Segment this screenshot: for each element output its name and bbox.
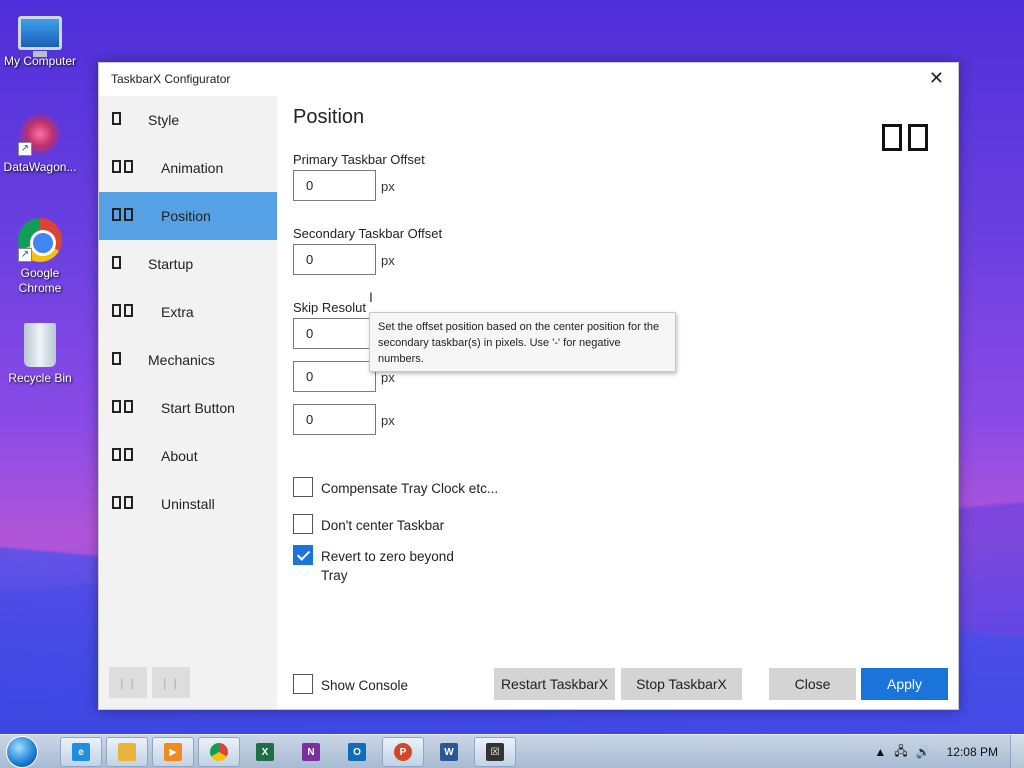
offset-field-input[interactable]: 0	[293, 361, 376, 392]
excel-icon[interactable]: X	[244, 737, 286, 767]
sidebar-item-mechanics[interactable]: Mechanics	[99, 336, 277, 384]
secondary-offset-input[interactable]: 0	[293, 244, 376, 275]
desktop-icon-recycle-bin[interactable]: Recycle Bin	[0, 323, 80, 386]
chrome-icon: ↗	[18, 218, 62, 262]
sidebar-item-extra[interactable]: Extra	[99, 288, 277, 336]
primary-offset-input[interactable]: 0	[293, 170, 376, 201]
sidebar-item-style[interactable]: Style	[99, 96, 277, 144]
sidebar-item-label: Extra	[161, 304, 194, 320]
checkbox-label: Compensate Tray Clock etc...	[321, 481, 499, 496]
sidebar-item-label: Animation	[161, 160, 224, 176]
desktop-icon-google-chrome[interactable]: ↗ Google Chrome	[0, 218, 80, 296]
desktop-icon-label: Google Chrome	[18, 266, 62, 295]
checkbox-label: Show Console	[321, 678, 409, 693]
volume-icon[interactable]: 🔊	[916, 745, 931, 759]
checkbox-label: Revert to zero beyond Tray	[321, 549, 454, 583]
sidebar-item-label: Style	[148, 112, 180, 128]
sidebar-item-label: Position	[161, 208, 211, 224]
taskbarx-configurator-window: TaskbarX Configurator ✕ Style Animation …	[98, 62, 959, 710]
desktop-icon-my-computer[interactable]: My Computer	[0, 10, 80, 69]
secondary-offset-label: Secondary Taskbar Offset	[293, 226, 443, 241]
compensate-tray-checkbox[interactable]: Compensate Tray Clock etc...	[293, 477, 498, 498]
sidebar-item-about[interactable]: About	[99, 432, 277, 480]
primary-offset-unit: px	[381, 179, 395, 194]
sidebar-bottom-button[interactable]: | |	[109, 667, 147, 698]
startup-icon	[112, 256, 121, 270]
checkbox-box-checked[interactable]	[293, 545, 313, 565]
sidebar-item-start-button[interactable]: Start Button	[99, 384, 277, 432]
start-button[interactable]	[6, 736, 38, 768]
sidebar-item-uninstall[interactable]: Uninstall	[99, 480, 277, 528]
position-icon	[112, 208, 133, 222]
start-button-icon	[112, 400, 133, 414]
computer-icon	[18, 16, 62, 57]
secondary-offset-unit: px	[381, 253, 395, 268]
skip-resolution-input[interactable]: 0	[293, 318, 376, 349]
dont-center-checkbox[interactable]: Don't center Taskbar	[293, 514, 444, 535]
page-title: Position	[293, 106, 365, 128]
offset-field-unit: px	[381, 413, 395, 428]
sidebar-item-label: Uninstall	[161, 496, 215, 512]
desktop-icon-label: DataWagon...	[3, 160, 77, 174]
style-icon	[112, 112, 121, 126]
apply-button[interactable]: Apply	[861, 668, 948, 700]
taskbarx-icon[interactable]: ☒	[474, 737, 516, 767]
sidebar-item-position[interactable]: Position	[99, 192, 277, 240]
show-desktop-button[interactable]	[1010, 735, 1024, 768]
close-icon[interactable]: ✕	[929, 68, 944, 89]
outlook-icon[interactable]: O	[336, 737, 378, 767]
taskbar: e ▶ X N O P W ☒ ▲ 🖧 🔊 12:08 PM	[0, 734, 1024, 768]
header-glyph-icon	[882, 124, 928, 151]
offset-field-input[interactable]: 0	[293, 404, 376, 435]
sidebar-item-label: Start Button	[161, 400, 235, 416]
desktop-icon-label: Recycle Bin	[8, 371, 72, 385]
sidebar-item-startup[interactable]: Startup	[99, 240, 277, 288]
tray-expand-icon[interactable]: ▲	[874, 745, 886, 759]
sidebar-item-label: Startup	[148, 256, 194, 272]
network-icon[interactable]: 🖧	[894, 742, 907, 763]
datawagon-icon: ↗	[18, 112, 62, 156]
extra-icon	[112, 304, 133, 318]
checkbox-label: Don't center Taskbar	[321, 518, 445, 533]
offset-field-unit: px	[381, 370, 395, 385]
checkbox-box[interactable]	[293, 674, 313, 694]
checkbox-box[interactable]	[293, 477, 313, 497]
sidebar-item-label: About	[161, 448, 198, 464]
primary-offset-label: Primary Taskbar Offset	[293, 152, 425, 167]
stop-taskbarx-button[interactable]: Stop TaskbarX	[621, 668, 742, 700]
chrome-icon[interactable]	[198, 737, 240, 767]
media-player-icon[interactable]: ▶	[152, 737, 194, 767]
sidebar-bottom-buttons: | | | |	[109, 667, 190, 698]
show-console-checkbox[interactable]: Show Console	[293, 674, 408, 695]
system-tray: ▲ 🖧 🔊 12:08 PM	[874, 735, 1024, 768]
file-explorer-icon[interactable]	[106, 737, 148, 767]
recycle-bin-icon	[24, 323, 56, 367]
main-content: Position Primary Taskbar Offset 0 px Sec…	[293, 96, 958, 709]
mechanics-icon	[112, 352, 121, 366]
sidebar: Style Animation Position Startup Extra M…	[99, 96, 277, 709]
desktop-icon-datawagon[interactable]: ↗ DataWagon...	[0, 112, 80, 175]
onenote-icon[interactable]: N	[290, 737, 332, 767]
text-cursor-icon: I	[369, 289, 373, 305]
checkbox-box[interactable]	[293, 514, 313, 534]
revert-zero-checkbox[interactable]: Revert to zero beyond Tray	[293, 545, 483, 585]
about-icon	[112, 448, 133, 462]
skip-resolution-label: Skip Resolut	[293, 300, 366, 315]
window-title: TaskbarX Configurator	[111, 72, 231, 86]
sidebar-item-label: Mechanics	[148, 352, 215, 368]
restart-taskbarx-button[interactable]: Restart TaskbarX	[494, 668, 615, 700]
sidebar-bottom-button[interactable]: | |	[152, 667, 190, 698]
animation-icon	[112, 160, 133, 174]
uninstall-icon	[112, 496, 133, 510]
powerpoint-icon[interactable]: P	[382, 737, 424, 767]
close-button[interactable]: Close	[769, 668, 856, 700]
word-icon[interactable]: W	[428, 737, 470, 767]
clock[interactable]: 12:08 PM	[947, 745, 998, 759]
secondary-offset-tooltip: Set the offset position based on the cen…	[369, 312, 676, 372]
title-bar: TaskbarX Configurator ✕	[99, 63, 958, 96]
sidebar-item-animation[interactable]: Animation	[99, 144, 277, 192]
internet-explorer-icon[interactable]: e	[60, 737, 102, 767]
